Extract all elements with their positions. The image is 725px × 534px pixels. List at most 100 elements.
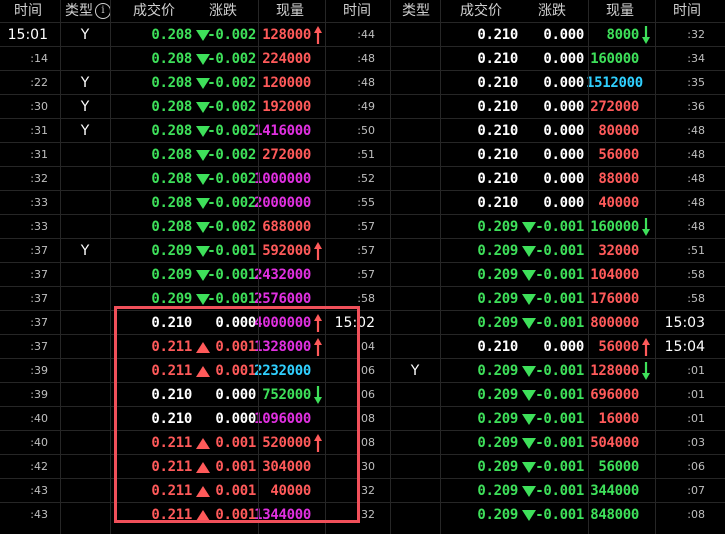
trade-volume-right: 128000	[590, 363, 639, 379]
trade-price-right: 0.209	[477, 507, 518, 523]
trade-type-left	[60, 383, 110, 407]
table-row[interactable]: :39 0.211 0.001 2232000:06 Y 0.209 -0.001 12800…	[0, 358, 725, 382]
trade-price-left: 0.211	[151, 483, 192, 499]
table-row[interactable]: :31 0.208 -0.002 272000:51 0.210 0.000 56000:4…	[0, 142, 725, 166]
trade-type-left	[60, 143, 110, 167]
header-price-left[interactable]: 成交价	[116, 0, 192, 22]
table-row[interactable]: :22 Y 0.208 -0.002 120000:48 0.210 0.000 151200…	[0, 70, 725, 94]
trade-type-left	[60, 479, 110, 503]
table-row[interactable]: :40 0.211 0.001 520000:08 0.209 -0.001 504000:…	[0, 430, 725, 454]
trade-time-right: :06	[687, 460, 705, 473]
trade-time-left: :30	[30, 100, 48, 113]
table-row[interactable]: :32 0.208 -0.002 1000000:52 0.210 0.000 88000:…	[0, 166, 725, 190]
trade-time-left: :40	[30, 436, 48, 449]
trade-volume-left: 1416000	[254, 123, 311, 139]
trade-change-right: 0.000	[543, 147, 584, 163]
arrow-up-icon	[313, 434, 323, 452]
trade-time-right: :48	[687, 196, 705, 209]
trade-change-left: -0.001	[207, 243, 256, 259]
trade-type-right	[390, 479, 440, 503]
trade-time-mid: :57	[357, 268, 375, 281]
trade-time-mid: :06	[357, 364, 375, 377]
column-divider	[390, 0, 391, 534]
trade-type-right	[390, 143, 440, 167]
trade-time-left: :31	[30, 148, 48, 161]
header-volume-right[interactable]: 现量	[586, 0, 654, 22]
trade-volume-left: 224000	[262, 51, 311, 67]
table-row[interactable]: :37 Y 0.209 -0.001 592000:57 0.209 -0.001 32000…	[0, 238, 725, 262]
trade-volume-right: 88000	[598, 171, 639, 187]
trade-change-right: -0.001	[535, 219, 584, 235]
trade-price-right: 0.210	[477, 27, 518, 43]
tick-trade-table: 时间 类型 i 成交价 涨跌 现量 时间 类型 成交价 涨跌 现量 时间 15:0…	[0, 0, 725, 534]
arrow-down-icon	[641, 26, 651, 44]
trade-change-left: -0.002	[207, 99, 256, 115]
trade-type-right	[390, 407, 440, 431]
trade-volume-left: 192000	[262, 99, 311, 115]
trade-volume-left: 4000000	[254, 315, 311, 331]
table-row[interactable]: :30 Y 0.208 -0.002 192000:49 0.210 0.000 272000…	[0, 94, 725, 118]
trade-change-right: -0.001	[535, 435, 584, 451]
trade-time-left: :40	[30, 412, 48, 425]
table-row[interactable]: :39 0.210 0.000 752000:06 0.209 -0.001 696000:…	[0, 382, 725, 406]
trade-volume-right: 800000	[590, 315, 639, 331]
trade-type-right	[390, 431, 440, 455]
table-row[interactable]: :33 0.208 -0.002 688000:57 0.209 -0.001 160000…	[0, 214, 725, 238]
trade-price-right: 0.210	[477, 195, 518, 211]
trade-time-left: :37	[30, 316, 48, 329]
trade-volume-left: 1096000	[254, 411, 311, 427]
trade-time-right: :01	[687, 388, 705, 401]
trade-change-right: 0.000	[543, 99, 584, 115]
table-row[interactable]: :37 0.209 -0.001 2432000:57 0.209 -0.001 10400…	[0, 262, 725, 286]
trade-type-left	[60, 407, 110, 431]
trade-volume-left: 120000	[262, 75, 311, 91]
table-row[interactable]: :31 Y 0.208 -0.002 1416000:50 0.210 0.000 80000…	[0, 118, 725, 142]
trade-time-right: :48	[687, 220, 705, 233]
trade-time-mid: :49	[357, 100, 375, 113]
trade-change-left: -0.001	[207, 291, 256, 307]
trade-change-right: -0.001	[535, 387, 584, 403]
header-time-left[interactable]: 时间	[0, 0, 56, 22]
trade-change-right: 0.000	[543, 171, 584, 187]
trade-time-left: 15:01	[7, 27, 48, 43]
table-row[interactable]: :37 0.210 0.000 4000000 15:02 0.209 -0.001 8000…	[0, 310, 725, 334]
table-row[interactable]: :42 0.211 0.001 304000:30 0.209 -0.001 56000:0…	[0, 454, 725, 478]
table-row[interactable]: :37 0.211 0.001 1328000:04 0.210 0.000 56000 15…	[0, 334, 725, 358]
header-time-right[interactable]: 时间	[656, 0, 718, 22]
trade-change-right: 0.000	[543, 195, 584, 211]
trade-time-right: :35	[687, 76, 705, 89]
trade-time-mid: :48	[357, 76, 375, 89]
table-row[interactable]: :37 0.209 -0.001 2576000:58 0.209 -0.001 17600…	[0, 286, 725, 310]
table-row[interactable]: :40 0.210 0.000 1096000:08 0.209 -0.001 16000:…	[0, 406, 725, 430]
trade-volume-left: 1328000	[254, 339, 311, 355]
info-icon[interactable]: i	[95, 3, 111, 19]
trade-type-left: Y	[80, 99, 90, 115]
trade-type-right	[390, 71, 440, 95]
header-type-right[interactable]: 类型	[386, 0, 446, 22]
trade-change-left: -0.002	[207, 123, 256, 139]
header-change-right[interactable]: 涨跌	[518, 0, 586, 22]
trade-volume-left: 1344000	[254, 507, 311, 523]
trade-change-left: -0.002	[207, 51, 256, 67]
table-row[interactable]: :43 0.211 0.001 1344000:32 0.209 -0.001 848000…	[0, 502, 725, 526]
header-volume-left[interactable]: 现量	[258, 0, 322, 22]
table-row[interactable]: :14 0.208 -0.002 224000:48 0.210 0.000 160000:…	[0, 46, 725, 70]
header-price-right[interactable]: 成交价	[446, 0, 516, 22]
trade-time-mid: :04	[357, 340, 375, 353]
header-time-mid[interactable]: 时间	[324, 0, 390, 22]
trade-type-left	[60, 311, 110, 335]
trade-volume-left: 40000	[270, 483, 311, 499]
table-row[interactable]: :33 0.208 -0.002 2000000:55 0.210 0.000 40000:…	[0, 190, 725, 214]
trade-price-right: 0.210	[477, 147, 518, 163]
trade-price-left: 0.211	[151, 507, 192, 523]
trade-time-right: :01	[687, 364, 705, 377]
trade-type-left	[60, 215, 110, 239]
trade-change-right: -0.001	[535, 267, 584, 283]
trade-time-right: :48	[687, 124, 705, 137]
arrow-up-icon	[641, 338, 651, 356]
trade-volume-right: 56000	[598, 459, 639, 475]
trade-volume-right: 16000	[598, 411, 639, 427]
header-change-left[interactable]: 涨跌	[190, 0, 256, 22]
table-row[interactable]: :43 0.211 0.001 40000:32 0.209 -0.001 344000:0…	[0, 478, 725, 502]
table-row[interactable]: 15:01 Y 0.208 -0.002 128000:44 0.210 0.000 8000…	[0, 22, 725, 46]
